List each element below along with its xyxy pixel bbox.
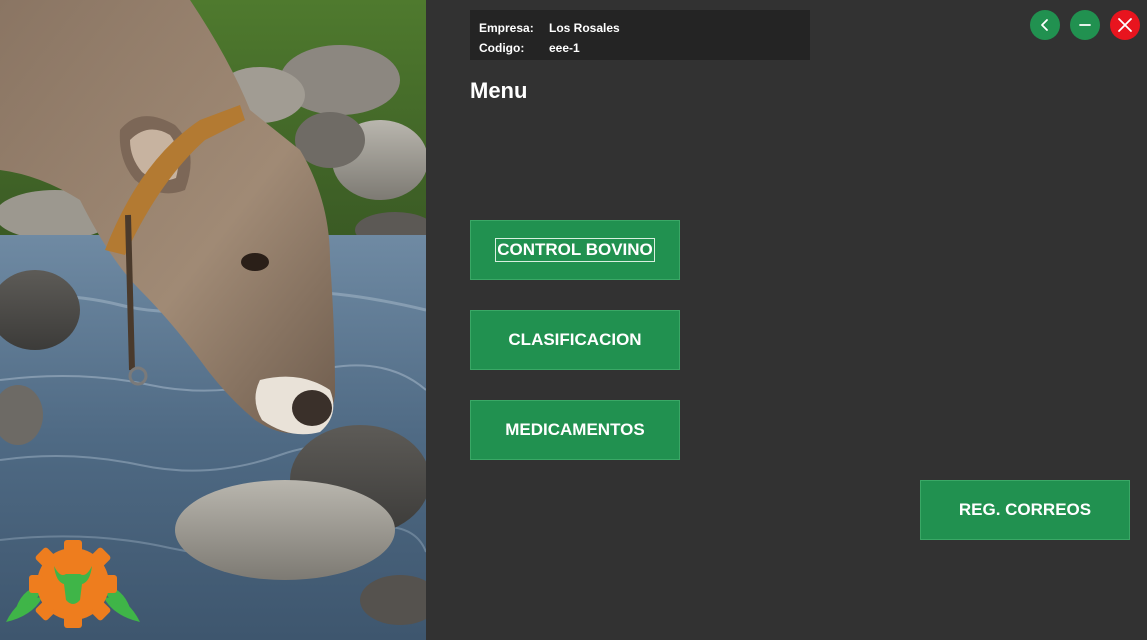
company-label: Empresa: (479, 21, 534, 35)
code-label: Codigo: (479, 41, 525, 55)
code-value: eee-1 (549, 41, 580, 55)
clasificacion-label: CLASIFICACION (508, 330, 642, 349)
app-window: Empresa: Los Rosales Codigo: eee-1 Menu … (0, 0, 1147, 640)
minus-icon (1079, 24, 1091, 26)
company-value: Los Rosales (549, 21, 620, 35)
company-info-panel: Empresa: Los Rosales Codigo: eee-1 (470, 10, 810, 60)
page-title: Menu (470, 78, 528, 103)
control-bovino-label: CONTROL BOVINO (495, 238, 655, 262)
medicamentos-label: MEDICAMENTOS (505, 420, 645, 439)
medicamentos-button[interactable]: MEDICAMENTOS (470, 400, 680, 460)
control-bovino-button[interactable]: CONTROL BOVINO (470, 220, 680, 280)
chevron-left-icon (1041, 19, 1048, 31)
cow-photo (0, 0, 426, 640)
minimize-button[interactable] (1070, 10, 1100, 40)
reg-correos-button[interactable]: REG. CORREOS (920, 480, 1130, 540)
app-logo (6, 540, 140, 628)
reg-correos-label: REG. CORREOS (958, 500, 1092, 519)
back-button[interactable] (1030, 10, 1060, 40)
clasificacion-button[interactable]: CLASIFICACION (470, 310, 680, 370)
close-button[interactable] (1110, 10, 1140, 40)
close-icon (1118, 18, 1132, 32)
